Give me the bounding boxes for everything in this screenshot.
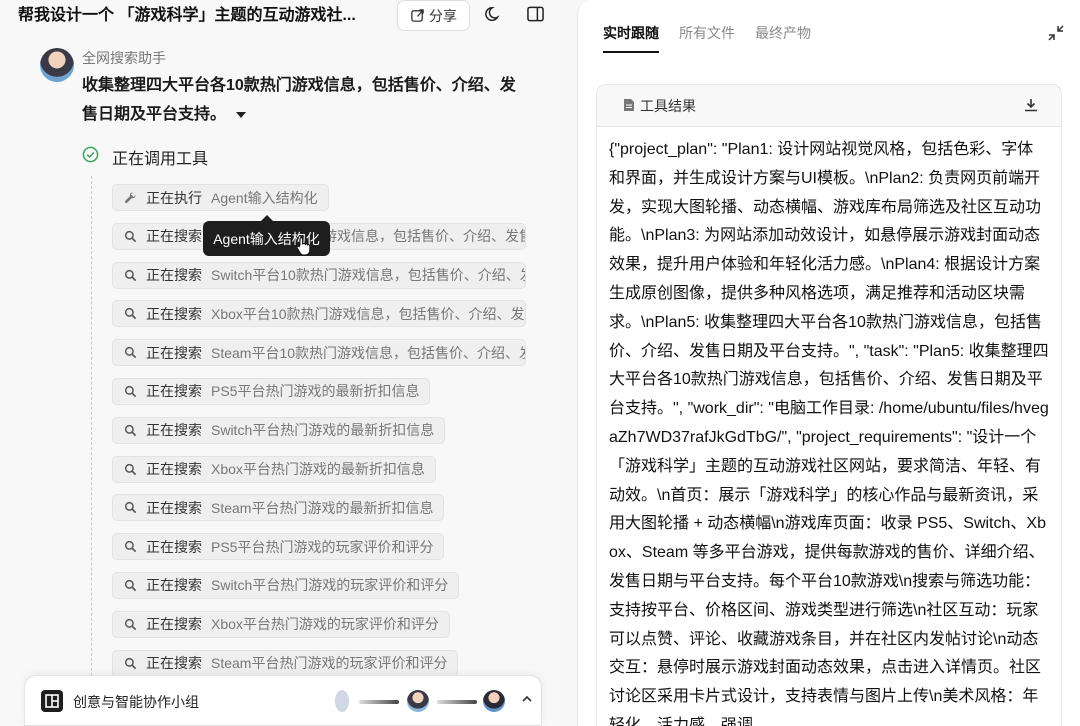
tab-1[interactable]: 所有文件 <box>679 23 735 53</box>
step-argument: Steam平台热门游戏的最新折扣信息 <box>211 499 434 516</box>
file-icon <box>624 99 634 111</box>
dark-mode-icon[interactable] <box>485 5 503 23</box>
task-description[interactable]: 收集整理四大平台各10款热门游戏信息，包括售价、介绍、发售日期及平台支持。 <box>82 71 522 129</box>
share-icon <box>411 9 424 22</box>
step-action: 正在搜索 <box>146 538 202 555</box>
step-row: 正在搜索 Xbox平台热门游戏的玩家评价和评分 <box>112 610 526 650</box>
share-label: 分享 <box>429 7 457 24</box>
step-action: 正在执行 <box>146 189 202 206</box>
step-row: 正在搜索 Steam平台热门游戏的最新折扣信息 <box>112 494 526 533</box>
chevron-up-icon[interactable] <box>520 692 534 706</box>
tool-step-list: 正在执行Agent输入结构化正在搜索PS5平台10款热门游戏信息，包括售价、介绍… <box>112 184 526 688</box>
tool-status: 正在调用工具 <box>112 151 209 168</box>
member-link-line <box>437 700 477 704</box>
team-logo-icon <box>41 690 63 712</box>
step-row: 正在搜索 Steam平台10款热门游戏信息，包括售价、介绍、发售日期 <box>112 339 526 378</box>
step-argument: Steam平台10款热门游戏信息，包括售价、介绍、发售日期 <box>211 344 525 361</box>
search-icon <box>124 424 137 436</box>
step-action: 正在搜索 <box>146 616 202 633</box>
step-argument: Switch平台10款热门游戏信息，包括售价、介绍、发售日期 <box>211 267 525 284</box>
step-argument: PS5平台热门游戏的最新折扣信息 <box>211 383 420 400</box>
tool-result-text: {"project_plan": "Plan1: 设计网站视觉风格，包括色彩、字… <box>609 141 1049 726</box>
member-avatar <box>483 690 505 712</box>
tool-step[interactable]: 正在搜索 Xbox平台10款热门游戏信息，包括售价、介绍、发售日期 <box>112 300 526 328</box>
check-circle-icon <box>82 146 99 163</box>
search-icon <box>124 502 137 514</box>
step-row: 正在搜索 PS5平台热门游戏的玩家评价和评分 <box>112 533 526 572</box>
result-pane: 实时跟随 所有文件 最终产物 工具结果 {"project_plan": "Plan… <box>577 0 1080 726</box>
tool-step[interactable]: 正在搜索 Switch平台热门游戏的最新折扣信息 <box>112 416 446 444</box>
member-avatar <box>335 690 349 712</box>
wrench-icon <box>125 192 136 203</box>
member-avatar <box>407 690 429 712</box>
share-button[interactable]: 分享 <box>397 0 470 31</box>
step-action: 正在搜索 <box>146 383 202 400</box>
step-action: 正在搜索 <box>146 577 202 594</box>
tool-step[interactable]: 正在搜索 Steam平台热门游戏的最新折扣信息 <box>112 494 445 522</box>
step-argument: Xbox平台热门游戏的最新折扣信息 <box>211 461 425 478</box>
agent-name: 全网搜索助手 <box>82 50 166 66</box>
agent-avatar <box>40 48 74 82</box>
card-title: 工具结果 <box>640 98 696 114</box>
search-icon <box>124 657 137 669</box>
step-argument: PS5平台热门游戏的玩家评价和评分 <box>211 538 434 555</box>
step-argument: Switch平台热门游戏的玩家评价和评分 <box>211 577 449 594</box>
card-header: 工具结果 <box>597 85 1061 127</box>
step-row: 正在搜索 Switch平台10款热门游戏信息，包括售价、介绍、发售日期 <box>112 261 526 301</box>
step-row: 正在搜索 Switch平台热门游戏的最新折扣信息 <box>112 416 526 456</box>
tool-step[interactable]: 正在搜索 Xbox平台热门游戏的玩家评价和评分 <box>112 610 450 638</box>
search-icon <box>124 230 137 242</box>
step-action: 正在搜索 <box>146 461 202 478</box>
step-action: 正在搜索 <box>146 344 202 361</box>
search-icon <box>124 541 137 553</box>
side-panel-icon[interactable] <box>527 6 544 22</box>
step-row: 正在搜索 Xbox平台10款热门游戏信息，包括售价、介绍、发售日期 <box>112 300 526 339</box>
step-row: 正在搜索 PS5平台热门游戏的最新折扣信息 <box>112 377 526 417</box>
collapse-icon[interactable] <box>1047 24 1065 42</box>
step-argument: Agent输入结构化 <box>211 189 318 206</box>
tool-step[interactable]: 正在搜索 PS5平台热门游戏的玩家评价和评分 <box>112 533 445 561</box>
hand-cursor-icon <box>296 237 311 256</box>
step-row: 正在搜索 Xbox平台热门游戏的最新折扣信息 <box>112 455 526 495</box>
chat-pane: 帮我设计一个 「游戏科学」主题的互动游戏社... 分享 全网搜索助手 收集整理四… <box>0 0 560 726</box>
search-icon <box>124 308 137 320</box>
search-icon <box>124 269 137 281</box>
step-argument: Xbox平台10款热门游戏信息，包括售价、介绍、发售日期 <box>211 305 525 322</box>
step-action: 正在搜索 <box>146 305 202 322</box>
step-action: 正在搜索 <box>146 422 202 439</box>
step-action: 正在搜索 <box>146 655 202 672</box>
search-icon <box>124 463 137 475</box>
timeline-line <box>91 176 92 696</box>
search-icon <box>124 618 137 630</box>
tab-2[interactable]: 最终产物 <box>755 23 811 53</box>
step-argument: Steam平台热门游戏的玩家评价和评分 <box>211 655 448 672</box>
team-name: 创意与智能协作小组 <box>73 694 199 710</box>
step-argument: Xbox平台热门游戏的玩家评价和评分 <box>211 616 439 633</box>
search-icon <box>124 347 137 359</box>
tool-step[interactable]: 正在搜索 Switch平台10款热门游戏信息，包括售价、介绍、发售日期 <box>112 261 526 289</box>
task-text: 收集整理四大平台各10款热门游戏信息，包括售价、介绍、发售日期及平台支持。 <box>82 77 516 123</box>
step-row: 正在搜索 Switch平台热门游戏的玩家评价和评分 <box>112 571 526 611</box>
search-icon <box>124 385 137 398</box>
tool-result-card: 工具结果 {"project_plan": "Plan1: 设计网站视觉风格，包… <box>596 84 1062 726</box>
step-action: 正在搜索 <box>146 499 202 516</box>
tool-step[interactable]: 正在搜索 Switch平台热门游戏的玩家评价和评分 <box>112 571 460 599</box>
download-icon[interactable] <box>1023 97 1039 113</box>
expand-caret-icon[interactable] <box>236 111 247 118</box>
tool-step[interactable]: 正在搜索 Steam平台10款热门游戏信息，包括售价、介绍、发售日期 <box>112 339 526 367</box>
tool-step[interactable]: 正在搜索 Steam平台热门游戏的玩家评价和评分 <box>112 649 459 677</box>
result-tabs: 实时跟随 所有文件 最终产物 <box>603 23 811 53</box>
tool-step[interactable]: 正在执行 Agent输入结构化 <box>112 184 329 211</box>
tab-0[interactable]: 实时跟随 <box>603 23 659 53</box>
conversation-title: 帮我设计一个 「游戏科学」主题的互动游戏社... <box>18 7 356 24</box>
step-row: 正在执行 Agent输入结构化 <box>112 184 526 223</box>
tool-step[interactable]: 正在搜索 PS5平台热门游戏的最新折扣信息 <box>112 377 431 405</box>
tool-step[interactable]: 正在搜索 Xbox平台热门游戏的最新折扣信息 <box>112 455 436 483</box>
search-icon <box>124 579 137 592</box>
step-argument: Switch平台热门游戏的最新折扣信息 <box>211 422 435 439</box>
team-bar[interactable]: 创意与智能协作小组 <box>24 675 542 726</box>
step-action: 正在搜索 <box>146 228 202 245</box>
member-link-line <box>359 700 399 704</box>
step-action: 正在搜索 <box>146 267 202 284</box>
